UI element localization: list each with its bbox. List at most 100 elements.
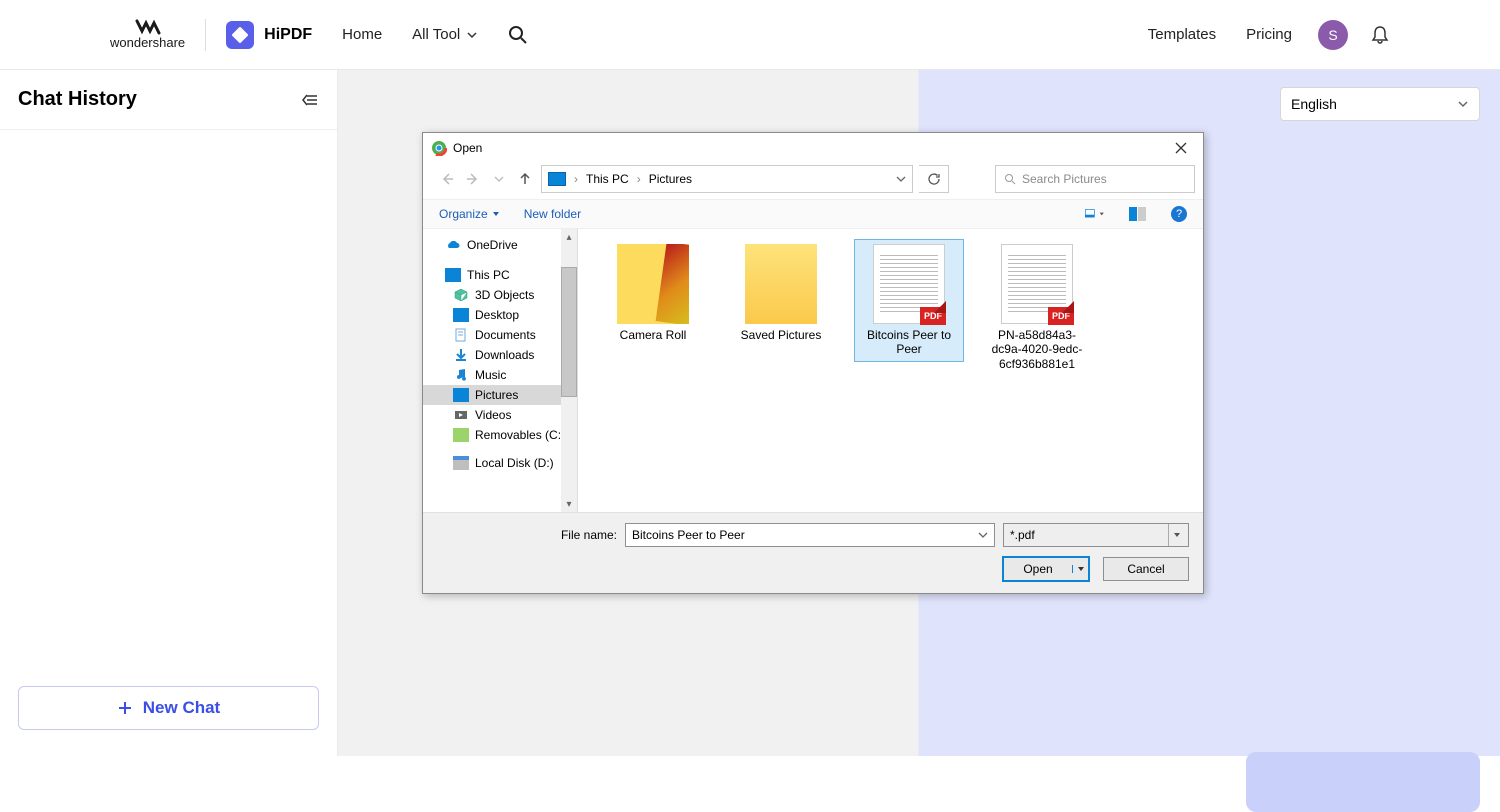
- preview-pane-button[interactable]: [1129, 207, 1147, 221]
- tree-local-disk[interactable]: Local Disk (D:): [423, 453, 577, 473]
- filetype-select[interactable]: *.pdf: [1003, 523, 1189, 547]
- tree-downloads[interactable]: Downloads: [423, 345, 577, 365]
- tree-removables[interactable]: Removables (C:): [423, 425, 577, 445]
- file-open-dialog: Open › This PC › Pictures Search Picture…: [422, 132, 1204, 594]
- dialog-body: OneDrive This PC 3D Objects Desktop Docu…: [423, 229, 1203, 512]
- tree-3d-objects[interactable]: 3D Objects: [423, 285, 577, 305]
- organize-label: Organize: [439, 207, 488, 221]
- search-placeholder: Search Pictures: [1022, 172, 1107, 186]
- nav-pricing[interactable]: Pricing: [1246, 26, 1292, 43]
- usb-icon: [453, 428, 469, 442]
- new-chat-button[interactable]: New Chat: [18, 686, 319, 730]
- filename-row: File name: Bitcoins Peer to Peer *.pdf: [437, 523, 1189, 547]
- nav-forward-button[interactable]: [463, 169, 483, 189]
- nav-up-button[interactable]: [515, 169, 535, 189]
- refresh-icon: [927, 172, 941, 186]
- folder-icon: [617, 244, 689, 324]
- tree-music[interactable]: Music: [423, 365, 577, 385]
- chevron-down-icon[interactable]: [896, 174, 906, 184]
- dropdown-arrow: [1168, 524, 1184, 546]
- search-icon[interactable]: [508, 25, 528, 45]
- breadcrumb-folder[interactable]: Pictures: [649, 172, 692, 186]
- organize-button[interactable]: Organize: [439, 207, 500, 221]
- sidebar: Chat History New Chat: [0, 70, 338, 756]
- arrow-up-icon: [517, 171, 533, 187]
- wondershare-logo[interactable]: wondershare: [110, 19, 185, 50]
- tree-label: 3D Objects: [475, 288, 534, 302]
- chrome-icon: [431, 140, 447, 156]
- tree-label: Pictures: [475, 388, 518, 402]
- caret-down-icon: [1077, 565, 1085, 573]
- download-icon: [453, 348, 469, 362]
- file-bitcoins[interactable]: PDF Bitcoins Peer to Peer: [854, 239, 964, 362]
- caret-down-icon: [492, 210, 500, 218]
- filename-label: File name:: [437, 528, 617, 542]
- chevron-down-icon: [494, 174, 504, 184]
- file-camera-roll[interactable]: Camera Roll: [598, 239, 708, 347]
- language-select[interactable]: English: [1280, 87, 1480, 121]
- open-split-dropdown[interactable]: [1072, 565, 1088, 573]
- chevron-down-icon[interactable]: [978, 530, 988, 540]
- dialog-title: Open: [453, 141, 482, 155]
- nav-templates[interactable]: Templates: [1148, 26, 1216, 43]
- close-button[interactable]: [1167, 137, 1195, 159]
- close-icon: [1175, 142, 1187, 154]
- avatar[interactable]: S: [1318, 20, 1348, 50]
- tree-desktop[interactable]: Desktop: [423, 305, 577, 325]
- tree-label: Downloads: [475, 348, 534, 362]
- collapse-icon[interactable]: [301, 91, 319, 109]
- cube-icon: [453, 288, 469, 302]
- cloud-icon: [445, 238, 461, 252]
- scroll-down-icon[interactable]: ▾: [561, 496, 577, 512]
- filename-input[interactable]: Bitcoins Peer to Peer: [625, 523, 995, 547]
- preview-icon: [1129, 207, 1147, 221]
- nav-all-tool[interactable]: All Tool: [412, 26, 478, 43]
- pdf-thumb: PDF: [873, 244, 945, 324]
- nav-home[interactable]: Home: [342, 26, 382, 43]
- file-pn-doc[interactable]: PDF PN-a58d84a3-dc9a-4020-9edc-6cf936b88…: [982, 239, 1092, 376]
- divider: [205, 19, 206, 51]
- sidebar-body: [0, 130, 337, 686]
- address-bar[interactable]: › This PC › Pictures: [541, 165, 913, 193]
- nav-back-button[interactable]: [437, 169, 457, 189]
- scroll-thumb[interactable]: [561, 267, 577, 397]
- search-icon: [1004, 173, 1016, 185]
- arrow-left-icon: [439, 171, 455, 187]
- refresh-button[interactable]: [919, 165, 949, 193]
- document-icon: [453, 328, 469, 342]
- hipdf-logo[interactable]: HiPDF: [226, 21, 312, 49]
- help-button[interactable]: ?: [1171, 206, 1187, 222]
- file-saved-pictures[interactable]: Saved Pictures: [726, 239, 836, 347]
- cancel-button[interactable]: Cancel: [1103, 557, 1189, 581]
- arrow-right-icon: [465, 171, 481, 187]
- tree-onedrive[interactable]: OneDrive: [423, 235, 577, 255]
- dialog-toolbar: Organize New folder ?: [423, 199, 1203, 229]
- breadcrumb-root[interactable]: This PC: [586, 172, 629, 186]
- scroll-up-icon[interactable]: ▴: [561, 229, 577, 245]
- tree-thispc[interactable]: This PC: [423, 265, 577, 285]
- folder-tree: OneDrive This PC 3D Objects Desktop Docu…: [423, 229, 578, 512]
- tree-scrollbar[interactable]: ▴ ▾: [561, 229, 577, 512]
- chat-input-placeholder: [1246, 752, 1480, 812]
- new-folder-button[interactable]: New folder: [524, 207, 581, 221]
- wondershare-text: wondershare: [110, 35, 185, 50]
- tree-documents[interactable]: Documents: [423, 325, 577, 345]
- nav-recent-dropdown[interactable]: [489, 169, 509, 189]
- tree-pictures[interactable]: Pictures: [423, 385, 577, 405]
- tree-videos[interactable]: Videos: [423, 405, 577, 425]
- button-row: Open Cancel: [437, 557, 1189, 581]
- desktop-icon: [453, 308, 469, 322]
- open-button[interactable]: Open: [1003, 557, 1089, 581]
- bell-icon[interactable]: [1370, 25, 1390, 45]
- tree-label: OneDrive: [467, 238, 518, 252]
- picture-icon: [453, 388, 469, 402]
- plus-icon: [117, 700, 133, 716]
- search-input[interactable]: Search Pictures: [995, 165, 1195, 193]
- top-navigation: wondershare HiPDF Home All Tool Template…: [0, 0, 1500, 70]
- hipdf-text: HiPDF: [264, 26, 312, 44]
- chevron-down-icon: [466, 29, 478, 41]
- tree-label: Videos: [475, 408, 511, 422]
- sidebar-header: Chat History: [0, 70, 337, 130]
- language-value: English: [1291, 96, 1337, 112]
- view-mode-button[interactable]: [1085, 207, 1105, 221]
